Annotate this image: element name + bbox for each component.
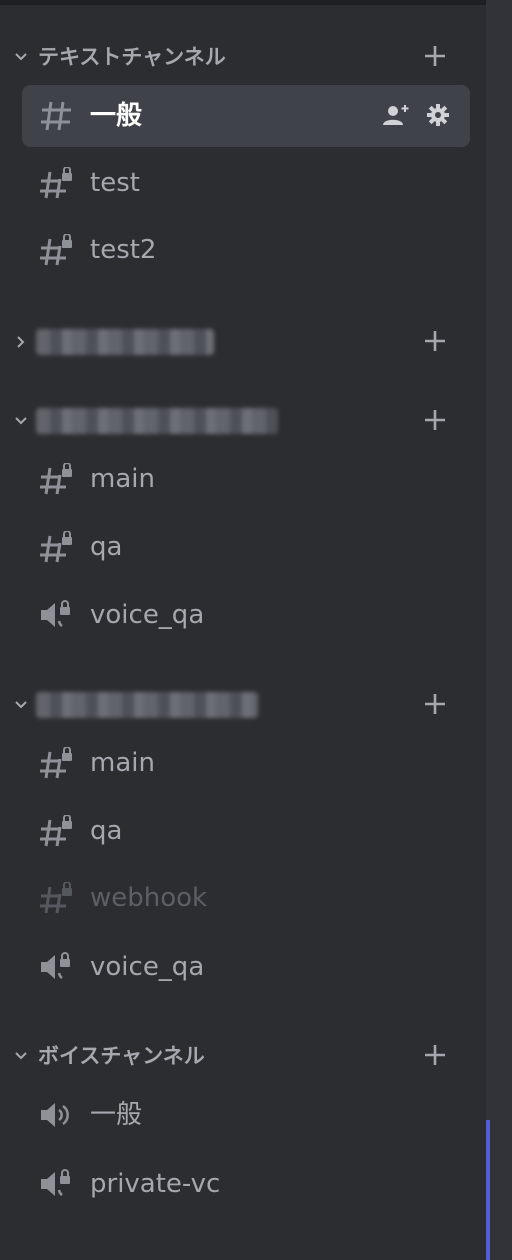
chevron-down-icon bbox=[14, 698, 28, 712]
channel-item-voice-general[interactable]: 一般 bbox=[22, 1084, 470, 1146]
category-label: ボイスチャンネル bbox=[38, 1044, 205, 1068]
channel-name: test bbox=[90, 168, 140, 198]
add-member-icon[interactable] bbox=[382, 101, 410, 129]
channel-name: private-vc bbox=[90, 1169, 221, 1199]
channel-item-test[interactable]: test bbox=[22, 152, 470, 214]
locked-text-channel-icon bbox=[38, 530, 74, 563]
channel-item-qa[interactable]: qa bbox=[22, 516, 470, 578]
channel-name: main bbox=[90, 464, 155, 494]
category-redacted-3[interactable] bbox=[0, 686, 486, 726]
channel-item-webhook[interactable]: webhook bbox=[22, 867, 470, 929]
locked-text-channel-icon bbox=[38, 166, 74, 199]
category-redacted-2[interactable] bbox=[0, 402, 486, 442]
channel-item-private-vc[interactable]: private-vc bbox=[22, 1153, 470, 1215]
scrollbar-thumb[interactable] bbox=[486, 1120, 490, 1260]
channel-item-qa[interactable]: qa bbox=[22, 800, 470, 862]
locked-text-channel-icon bbox=[38, 881, 74, 914]
locked-voice-channel-icon bbox=[38, 1168, 74, 1200]
category-text-channels[interactable]: テキストチャンネル bbox=[0, 38, 486, 78]
chevron-down-icon bbox=[14, 1049, 28, 1063]
channel-item-test2[interactable]: test2 bbox=[22, 219, 470, 281]
locked-text-channel-icon bbox=[38, 814, 74, 847]
locked-voice-channel-icon bbox=[38, 599, 74, 631]
category-label: テキストチャンネル bbox=[38, 45, 226, 69]
add-channel-icon[interactable] bbox=[421, 327, 449, 355]
channel-name: voice_qa bbox=[90, 600, 205, 630]
locked-voice-channel-icon bbox=[38, 951, 74, 983]
redacted-category-label bbox=[36, 408, 278, 434]
gear-icon[interactable] bbox=[424, 101, 452, 129]
chevron-down-icon bbox=[14, 50, 28, 64]
channel-item-main[interactable]: main bbox=[22, 732, 470, 794]
locked-text-channel-icon bbox=[38, 233, 74, 266]
locked-text-channel-icon bbox=[38, 746, 74, 779]
add-channel-icon[interactable] bbox=[421, 690, 449, 718]
voice-channel-icon bbox=[38, 1099, 74, 1131]
channel-name: qa bbox=[90, 532, 123, 562]
locked-text-channel-icon bbox=[38, 462, 74, 495]
category-redacted-1[interactable] bbox=[0, 323, 486, 363]
channel-item-general[interactable]: 一般 bbox=[22, 85, 470, 147]
channel-name: qa bbox=[90, 816, 123, 846]
channel-name: webhook bbox=[90, 883, 208, 913]
channel-name: test2 bbox=[90, 235, 157, 265]
channel-name: voice_qa bbox=[90, 952, 205, 982]
channel-name: 一般 bbox=[90, 1100, 143, 1130]
text-channel-icon bbox=[38, 100, 74, 132]
channel-item-voice-qa[interactable]: voice_qa bbox=[22, 936, 470, 998]
content-edge bbox=[486, 0, 512, 1260]
chevron-down-icon bbox=[14, 414, 28, 428]
category-voice-channels[interactable]: ボイスチャンネル bbox=[0, 1037, 486, 1077]
redacted-category-label bbox=[36, 692, 258, 718]
redacted-category-label bbox=[36, 329, 214, 355]
chevron-right-icon bbox=[14, 335, 28, 349]
channel-name: main bbox=[90, 748, 155, 778]
channel-item-voice-qa[interactable]: voice_qa bbox=[22, 584, 470, 646]
add-channel-icon[interactable] bbox=[421, 42, 449, 70]
top-divider bbox=[0, 0, 486, 5]
channel-item-main[interactable]: main bbox=[22, 448, 470, 510]
add-channel-icon[interactable] bbox=[421, 406, 449, 434]
channel-name: 一般 bbox=[90, 101, 143, 131]
add-channel-icon[interactable] bbox=[421, 1041, 449, 1069]
channel-sidebar: テキストチャンネル 一般 test test2 main qa voice_qa… bbox=[0, 0, 512, 1260]
